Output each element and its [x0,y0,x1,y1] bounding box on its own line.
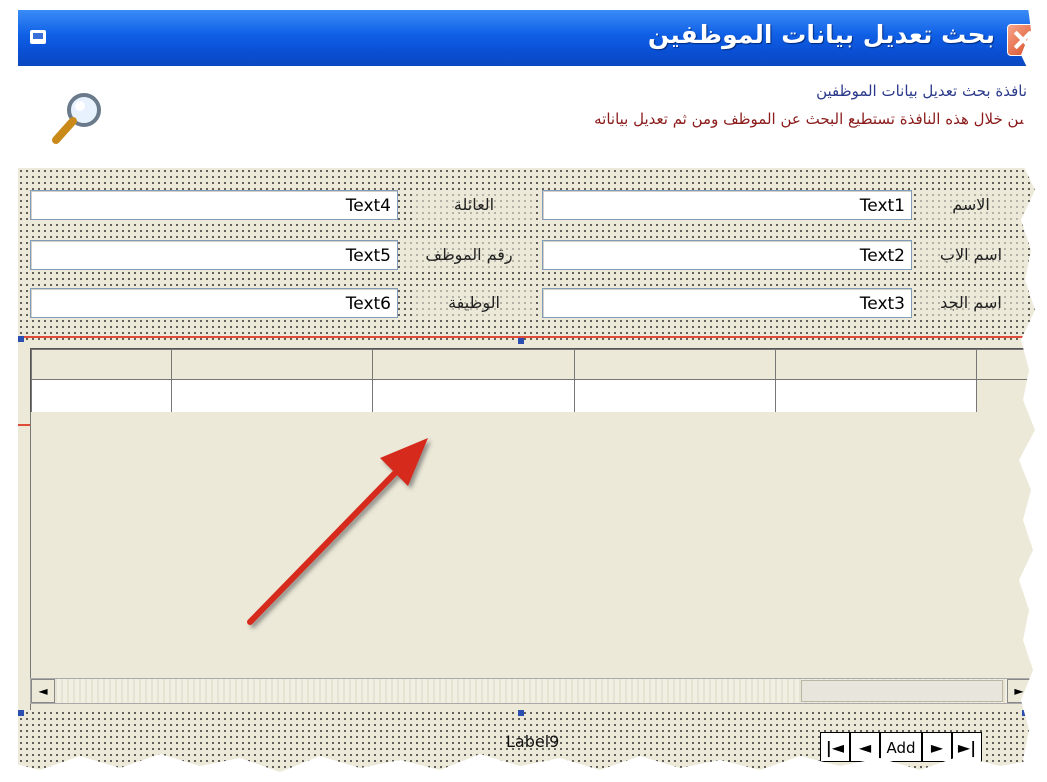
grid-header-cell[interactable] [171,349,374,380]
table-row[interactable] [30,378,1047,414]
header-banner: نافذة بحث تعديل بيانات الموظفين من خلال … [18,66,1047,169]
grid-header-row [30,349,1047,380]
magnifier-icon [52,93,101,144]
employee-number-field[interactable]: Text5 [30,240,398,270]
grid-header-cell[interactable] [30,349,173,380]
annotation-arrow [247,438,428,625]
grid-cell[interactable] [171,378,374,414]
grid-cell[interactable] [573,378,776,414]
window-title: بحث تعديل بيانات الموظفين [647,20,995,49]
selection-handle[interactable] [518,338,524,344]
banner-description: من خلال هذه النافذة تستطيع البحث عن المو… [594,110,1027,128]
selection-handle[interactable] [518,710,524,716]
selection-handle[interactable] [18,710,24,716]
family-label: العائلة [414,190,534,220]
grid-cell[interactable] [774,378,977,414]
grandfather-name-field[interactable]: Text3 [542,288,912,318]
grid-header-cell[interactable] [774,349,977,380]
search-form: Text4 العائلة Text1 الاسم Text5 رقم المو… [18,168,1047,343]
grid-header-cell[interactable] [573,349,776,380]
horizontal-scrollbar[interactable]: ◄ ► [30,678,1032,704]
form-window: بحث تعديل بيانات الموظفين نافذة بحث تعدي… [18,10,1047,782]
employee-number-label: رقم الموظف [404,240,534,270]
scroll-left-button[interactable]: ◄ [31,679,55,703]
torn-edge-right [1019,0,1047,782]
job-field[interactable]: Text6 [30,288,398,318]
family-field[interactable]: Text4 [30,190,398,220]
grid-cell[interactable] [372,378,575,414]
scroll-thumb[interactable] [801,680,1003,702]
data-grid[interactable] [30,348,1047,414]
name-field[interactable]: Text1 [542,190,912,220]
father-name-field[interactable]: Text2 [542,240,912,270]
grid-empty-area [30,412,1047,712]
banner-title: نافذة بحث تعديل بيانات الموظفين [816,82,1027,100]
grid-cell[interactable] [30,378,173,414]
grid-header-cell[interactable] [372,349,575,380]
annotation-line-top [18,336,1047,338]
title-bar[interactable]: بحث تعديل بيانات الموظفين [18,10,1047,66]
torn-edge-bottom [0,754,1047,782]
selection-handle[interactable] [18,336,24,342]
job-label: الوظيفة [414,288,534,318]
window-menu-icon[interactable] [30,30,46,44]
